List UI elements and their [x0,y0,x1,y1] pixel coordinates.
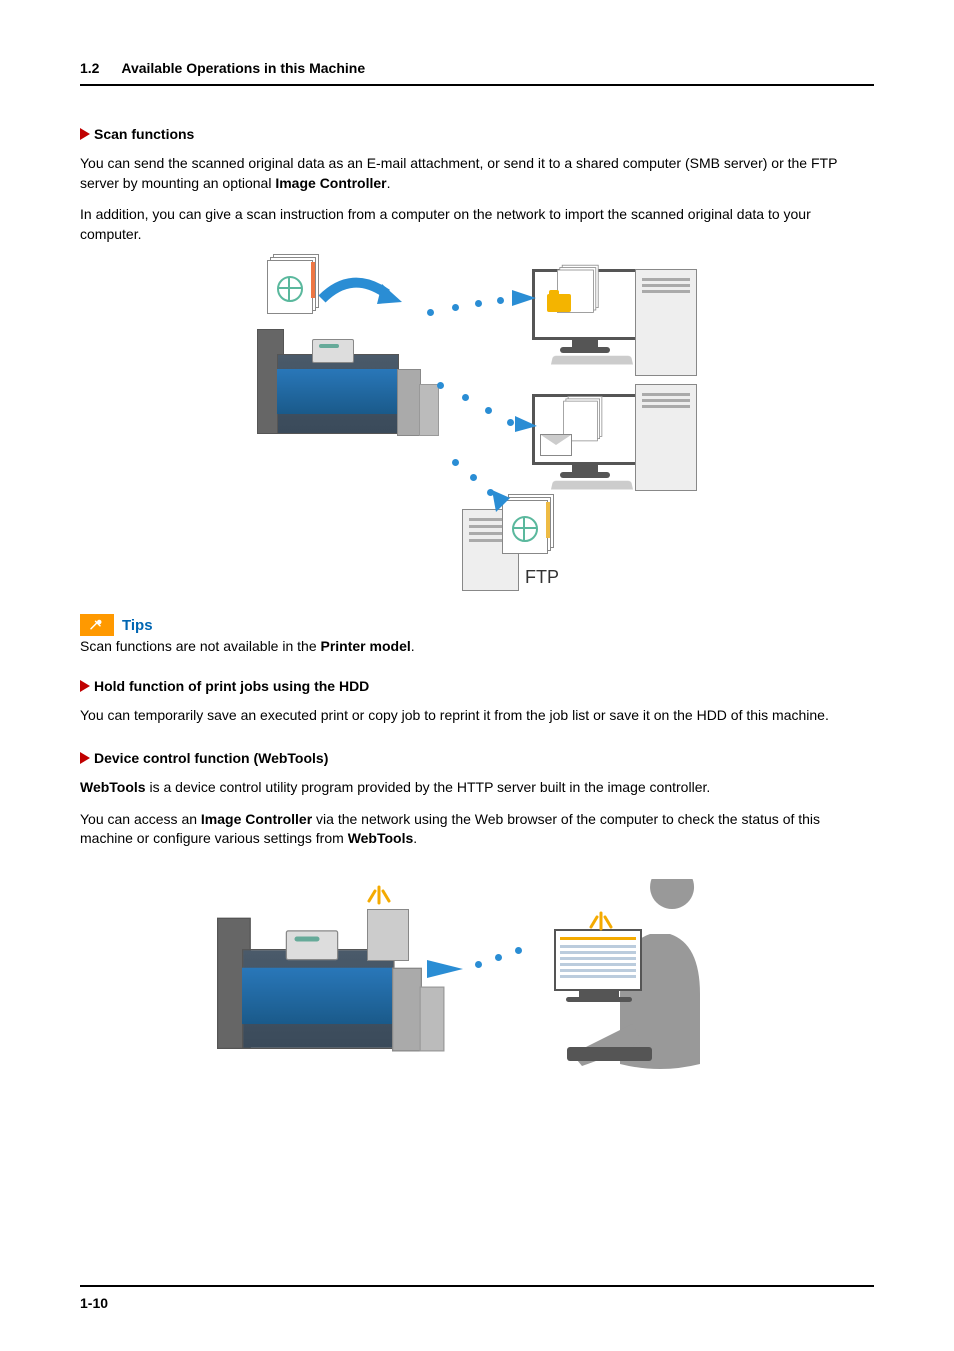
hold-paragraph-1: You can temporarily save an executed pri… [80,706,874,726]
section-number: 1.2 [80,60,99,76]
server-icon [635,269,697,376]
scan-title: Scan functions [94,126,194,142]
arrow-icon [80,752,90,764]
pin-icon [80,614,114,636]
scan-paragraph-1: You can send the scanned original data a… [80,154,874,193]
page: 1.2 Available Operations in this Machine… [0,0,954,1351]
hdd-icon [367,909,409,961]
arrow-icon [322,274,402,317]
footer: 1-10 [80,1285,874,1311]
spark-icon [587,907,615,934]
scan-heading: Scan functions [80,126,874,142]
spark-icon [365,881,393,908]
ftp-label: FTP [525,567,559,588]
document-icon [267,254,317,312]
tips-callout: Tips [80,614,874,636]
arrow-small-icon [490,490,514,517]
webtools-paragraph-2: You can access an Image Controller via t… [80,810,874,849]
webtools-heading: Device control function (WebTools) [80,750,874,766]
arrow-small-icon [515,414,541,439]
hold-title: Hold function of print jobs using the HD… [94,678,369,694]
arrow-icon [80,680,90,692]
scan-paragraph-2: In addition, you can give a scan instruc… [80,205,874,244]
mail-icon [540,434,572,456]
folder-icon [547,294,571,312]
header: 1.2 Available Operations in this Machine [80,60,874,86]
tips-label: Tips [122,617,153,634]
tips-text: Scan functions are not available in the … [80,638,874,654]
webtools-title: Device control function (WebTools) [94,750,328,766]
arrow-small-icon [512,286,540,313]
server-icon [635,384,697,491]
printer-icon [257,314,437,454]
scan-figure: FTP [80,264,874,594]
browser-window-icon [554,929,642,991]
arrow-icon [427,954,467,987]
webtools-figure [80,869,874,1079]
arrow-icon [80,128,90,140]
hold-heading: Hold function of print jobs using the HD… [80,678,874,694]
webtools-paragraph-1: WebTools is a device control utility pro… [80,778,874,798]
page-number: 1-10 [80,1295,108,1311]
section-title: Available Operations in this Machine [121,60,365,76]
